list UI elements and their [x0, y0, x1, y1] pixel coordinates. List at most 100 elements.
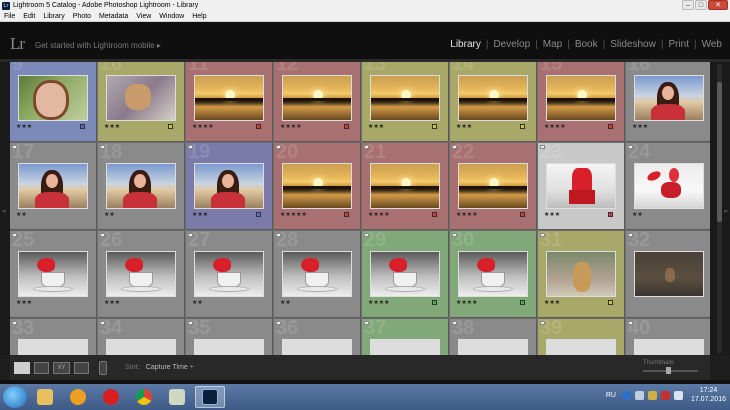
menu-help[interactable]: Help — [188, 13, 210, 20]
star-rating[interactable]: ★★★★ — [456, 211, 478, 218]
taskbar-chrome[interactable] — [129, 386, 159, 408]
photo-thumbnail[interactable] — [546, 339, 616, 355]
minimize-button[interactable]: – — [682, 0, 694, 10]
star-rating[interactable]: ★★★ — [544, 211, 560, 218]
flag-icon[interactable] — [188, 233, 193, 237]
color-label[interactable] — [344, 124, 349, 129]
grid-cell[interactable]: 14 ★★★ — [450, 62, 537, 142]
menu-window[interactable]: Window — [155, 13, 188, 20]
taskbar-media-player[interactable] — [63, 386, 93, 408]
clock[interactable]: 17:24 17.07.2016 — [691, 386, 726, 404]
flag-icon[interactable] — [628, 321, 633, 325]
grid-cell[interactable]: 10 ★★★ — [98, 62, 185, 142]
taskbar-lightroom[interactable] — [195, 386, 225, 408]
grid-cell[interactable]: 25 ★★★ — [10, 231, 97, 318]
taskbar-explorer[interactable] — [30, 386, 60, 408]
antivirus-icon[interactable] — [660, 390, 670, 400]
photo-thumbnail[interactable] — [194, 163, 264, 209]
flag-icon[interactable] — [540, 233, 545, 237]
star-rating[interactable]: ★★★ — [544, 299, 560, 306]
network-icon[interactable] — [634, 390, 644, 400]
star-rating[interactable]: ★★★ — [16, 299, 32, 306]
photo-thumbnail[interactable] — [546, 163, 616, 209]
menu-metadata[interactable]: Metadata — [95, 13, 132, 20]
color-label[interactable] — [344, 212, 349, 217]
grid-cell[interactable]: 38 — [450, 319, 537, 355]
grid-cell[interactable]: 18 ★★ — [98, 143, 185, 230]
star-rating[interactable]: ★★★★ — [368, 211, 390, 218]
star-rating[interactable]: ★★ — [632, 211, 643, 218]
menu-file[interactable]: File — [0, 13, 19, 20]
grid-cell[interactable]: 31 ★★★ — [538, 231, 625, 318]
grid-cell[interactable]: 21 ★★★★ — [362, 143, 449, 230]
grid-cell[interactable]: 12 ★★★★ — [274, 62, 361, 142]
photo-thumbnail[interactable] — [282, 163, 352, 209]
grid-cell[interactable]: 24 ★★ — [626, 143, 710, 230]
grid-cell[interactable]: 17 ★★ — [10, 143, 97, 230]
menu-edit[interactable]: Edit — [19, 13, 39, 20]
close-button[interactable]: ✕ — [708, 0, 728, 10]
color-label[interactable] — [168, 124, 173, 129]
photo-thumbnail[interactable] — [106, 75, 176, 121]
color-label[interactable] — [520, 300, 525, 305]
grid-cell[interactable]: 28 ★★ — [274, 231, 361, 318]
color-label[interactable] — [80, 124, 85, 129]
star-rating[interactable]: ★★ — [16, 211, 27, 218]
flag-icon[interactable] — [540, 145, 545, 149]
color-label[interactable] — [520, 124, 525, 129]
photo-thumbnail[interactable] — [194, 339, 264, 355]
grid-cell[interactable]: 33 — [10, 319, 97, 355]
photo-thumbnail[interactable] — [18, 163, 88, 209]
star-rating[interactable]: ★★★ — [16, 123, 32, 130]
module-slideshow[interactable]: Slideshow — [610, 39, 656, 50]
star-rating[interactable]: ★★★ — [104, 123, 120, 130]
menu-view[interactable]: View — [132, 13, 155, 20]
language-indicator[interactable]: RU — [606, 392, 616, 399]
module-library[interactable]: Library — [450, 39, 481, 50]
color-label[interactable] — [520, 212, 525, 217]
module-develop[interactable]: Develop — [493, 39, 530, 50]
grid-cell[interactable]: 40 — [626, 319, 710, 355]
flag-icon[interactable] — [100, 145, 105, 149]
photo-thumbnail[interactable] — [194, 75, 264, 121]
flag-icon[interactable] — [628, 145, 633, 149]
flag-icon[interactable] — [452, 233, 457, 237]
flag-icon[interactable] — [276, 321, 281, 325]
grid-view-button[interactable] — [14, 361, 30, 374]
photo-thumbnail[interactable] — [106, 339, 176, 355]
module-web[interactable]: Web — [702, 39, 722, 50]
grid-scrollbar[interactable] — [717, 64, 722, 353]
taskbar-image-viewer[interactable] — [162, 386, 192, 408]
color-label[interactable] — [432, 124, 437, 129]
module-map[interactable]: Map — [543, 39, 562, 50]
star-rating[interactable]: ★★★★★ — [280, 211, 307, 218]
grid-cell[interactable]: 32 — [626, 231, 710, 318]
flag-icon[interactable] — [100, 321, 105, 325]
sort-select[interactable]: Capture Time ÷ — [146, 364, 194, 371]
photo-thumbnail[interactable] — [546, 75, 616, 121]
star-rating[interactable]: ★★★ — [104, 299, 120, 306]
photo-thumbnail[interactable] — [458, 163, 528, 209]
grid-cell[interactable]: 13 ★★★ — [362, 62, 449, 142]
maximize-button[interactable]: □ — [695, 0, 707, 10]
star-rating[interactable]: ★★ — [280, 299, 291, 306]
color-label[interactable] — [608, 300, 613, 305]
volume-icon[interactable] — [673, 390, 683, 400]
photo-thumbnail[interactable] — [634, 339, 704, 355]
menu-library[interactable]: Library — [39, 13, 68, 20]
survey-view-button[interactable] — [74, 361, 89, 374]
photo-thumbnail[interactable] — [18, 339, 88, 355]
slider-knob[interactable] — [666, 367, 671, 374]
photo-thumbnail[interactable] — [282, 339, 352, 355]
grid-cell[interactable]: 15 ★★★★ — [538, 62, 625, 142]
thumbnail-size-slider[interactable] — [643, 367, 698, 374]
grid-cell[interactable]: 9 ★★★ — [10, 62, 97, 142]
grid-cell[interactable]: 16 ★★★ — [626, 62, 710, 142]
photo-thumbnail[interactable] — [634, 75, 704, 121]
flag-icon[interactable] — [12, 145, 17, 149]
flag-icon[interactable] — [452, 145, 457, 149]
flag-icon[interactable] — [364, 145, 369, 149]
photo-thumbnail[interactable] — [106, 163, 176, 209]
color-label[interactable] — [432, 300, 437, 305]
scrollbar-thumb[interactable] — [717, 82, 722, 222]
